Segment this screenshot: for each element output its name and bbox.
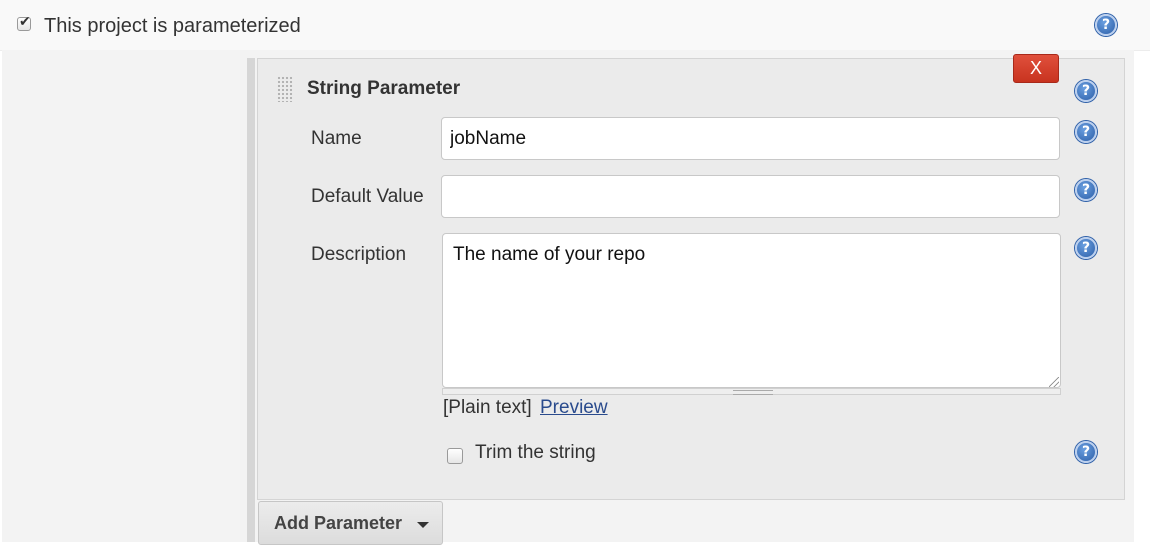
preview-link[interactable]: Preview <box>540 397 608 419</box>
parameterized-checkbox[interactable]: ✔ <box>17 14 31 31</box>
help-icon[interactable]: ? <box>1075 441 1097 463</box>
trim-checkbox[interactable] <box>447 448 463 464</box>
help-icon[interactable]: ? <box>1075 237 1097 259</box>
drag-handle-icon[interactable] <box>277 76 293 102</box>
parameter-title: String Parameter <box>307 78 461 99</box>
description-textarea[interactable]: The name of your repo <box>442 233 1061 388</box>
help-icon[interactable]: ? <box>1075 179 1097 201</box>
parameterized-label: This project is parameterized <box>44 15 301 37</box>
name-input[interactable] <box>441 117 1060 160</box>
add-parameter-label: Add Parameter <box>274 513 403 533</box>
textarea-resize-bar[interactable] <box>442 388 1061 395</box>
check-icon: ✔ <box>19 14 31 30</box>
format-label: [Plain text] <box>443 397 532 418</box>
chevron-down-icon <box>417 522 429 528</box>
name-label: Name <box>311 128 362 149</box>
default-value-input[interactable] <box>441 175 1060 218</box>
description-label: Description <box>311 244 407 265</box>
help-icon[interactable]: ? <box>1075 121 1097 143</box>
parameterized-row: ✔ This project is parameterized ? <box>0 0 1150 51</box>
resize-grip-icon[interactable] <box>1049 377 1059 387</box>
section-indent-bar <box>247 58 255 542</box>
delete-parameter-button[interactable]: X <box>1013 54 1059 83</box>
trim-label: Trim the string <box>475 442 596 463</box>
help-icon[interactable]: ? <box>1075 80 1097 102</box>
default-value-label: Default Value <box>311 186 424 207</box>
add-parameter-button[interactable]: Add Parameter <box>258 501 443 545</box>
help-icon[interactable]: ? <box>1095 14 1117 36</box>
